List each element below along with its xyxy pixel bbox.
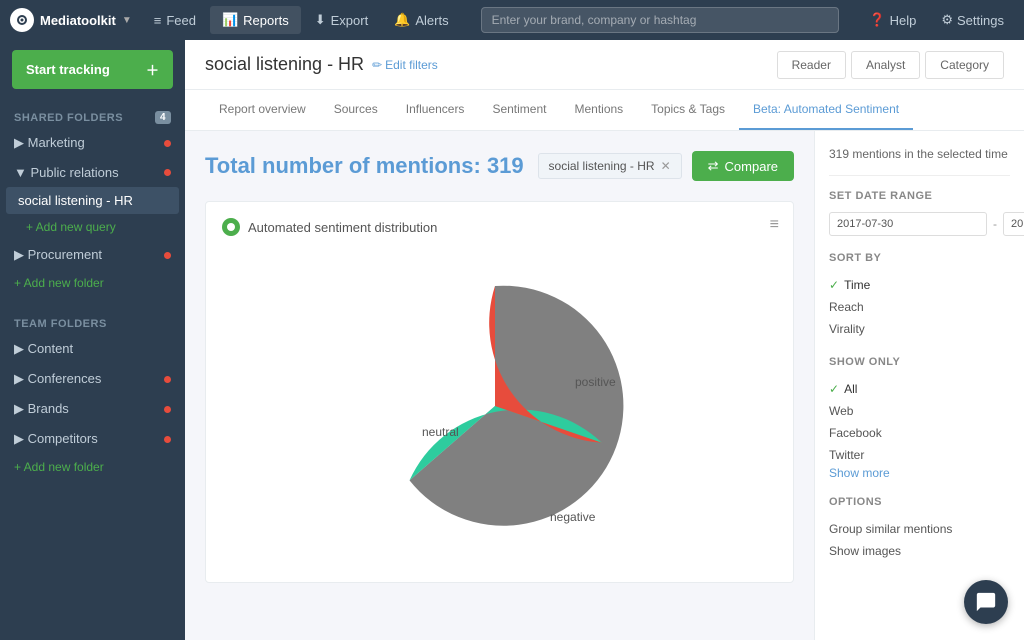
tab-sources[interactable]: Sources xyxy=(320,90,392,130)
mentions-summary-row: Total number of mentions: 319 social lis… xyxy=(205,151,794,181)
tab-report-overview[interactable]: Report overview xyxy=(205,90,320,130)
tab-mentions[interactable]: Mentions xyxy=(560,90,637,130)
settings-link[interactable]: ⚙ Settings xyxy=(931,7,1014,33)
nav-alerts[interactable]: 🔔 Alerts xyxy=(382,6,460,34)
sort-reach[interactable]: Reach xyxy=(829,296,1010,318)
chat-bubble[interactable] xyxy=(964,580,1008,624)
option-group-similar[interactable]: Group similar mentions xyxy=(829,518,1010,540)
add-new-folder-team[interactable]: + Add new folder xyxy=(0,454,185,480)
main-layout: Start tracking ＋ SHARED FOLDERS 4 ▶ Mark… xyxy=(0,40,1024,640)
view-tabs: Reader Analyst Category xyxy=(777,51,1004,79)
main-content-area: social listening - HR ✏ Edit filters Rea… xyxy=(185,40,1024,640)
tab-topics-tags[interactable]: Topics & Tags xyxy=(637,90,739,130)
right-mentions-summary: 319 mentions in the selected time xyxy=(829,143,1010,176)
tab-reader[interactable]: Reader xyxy=(777,51,846,79)
start-tracking-button[interactable]: Start tracking ＋ xyxy=(12,50,173,89)
search-input[interactable] xyxy=(481,7,840,33)
tab-automated-sentiment[interactable]: Beta: Automated Sentiment xyxy=(739,90,913,130)
option-show-images[interactable]: Show images xyxy=(829,540,1010,562)
competitors-dot xyxy=(164,436,171,443)
right-panel: 319 mentions in the selected time SET DA… xyxy=(814,131,1024,640)
shared-folders-label: SHARED FOLDERS 4 xyxy=(0,99,185,128)
marketing-dot xyxy=(164,140,171,147)
sidebar-item-content[interactable]: ▶ Content xyxy=(0,334,185,364)
chart-title-row: Automated sentiment distribution xyxy=(222,218,777,236)
top-nav-links: ≡ Feed 📊 Reports ⬇ Export 🔔 Alerts xyxy=(142,6,461,34)
app-logo[interactable]: Mediatoolkit ▼ xyxy=(10,8,132,32)
sidebar-item-social-listening-hr[interactable]: social listening - HR xyxy=(6,187,179,214)
sidebar-item-marketing[interactable]: ▶ Marketing xyxy=(0,128,185,158)
filter-twitter[interactable]: Twitter xyxy=(829,444,1010,466)
options-section: Group similar mentions Show images xyxy=(829,518,1010,562)
pie-chart-container: neutral positive negative xyxy=(222,246,777,566)
global-search xyxy=(481,7,840,33)
date-from-input[interactable] xyxy=(829,212,987,236)
sub-navigation: Report overview Sources Influencers Sent… xyxy=(185,90,1024,131)
sort-time[interactable]: ✓ Time xyxy=(829,274,1010,296)
nav-reports[interactable]: 📊 Reports xyxy=(210,6,301,34)
tab-influencers[interactable]: Influencers xyxy=(392,90,479,130)
sidebar-item-competitors[interactable]: ▶ Competitors xyxy=(0,424,185,454)
query-tag: social listening - HR ✕ xyxy=(538,153,682,179)
page-title: social listening - HR ✏ Edit filters xyxy=(205,54,438,75)
page-header: social listening - HR ✏ Edit filters Rea… xyxy=(185,40,1024,90)
date-to-input[interactable] xyxy=(1003,212,1024,236)
filter-all[interactable]: ✓ All xyxy=(829,378,1010,400)
sort-by-label: SORT BY xyxy=(829,252,1010,264)
sidebar: Start tracking ＋ SHARED FOLDERS 4 ▶ Mark… xyxy=(0,40,185,640)
add-new-folder-shared[interactable]: + Add new folder xyxy=(0,270,185,296)
remove-query-tag[interactable]: ✕ xyxy=(661,159,671,173)
brands-dot xyxy=(164,406,171,413)
nav-export[interactable]: ⬇ Export xyxy=(303,6,380,34)
team-folders-label: TEAM FOLDERS xyxy=(0,306,185,334)
mentions-actions: social listening - HR ✕ ⇄ Compare xyxy=(538,151,794,181)
chart-icon xyxy=(222,218,240,236)
compare-button[interactable]: ⇄ Compare xyxy=(692,151,794,181)
tab-analyst[interactable]: Analyst xyxy=(851,51,920,79)
tab-category[interactable]: Category xyxy=(925,51,1004,79)
top-nav-right: ❓ Help ⚙ Settings xyxy=(859,7,1014,33)
conferences-dot xyxy=(164,376,171,383)
label-negative: negative xyxy=(550,510,596,524)
help-link[interactable]: ❓ Help xyxy=(859,7,926,33)
sidebar-item-conferences[interactable]: ▶ Conferences xyxy=(0,364,185,394)
sidebar-item-brands[interactable]: ▶ Brands xyxy=(0,394,185,424)
date-range-inputs: - xyxy=(829,212,1010,236)
sort-virality[interactable]: Virality xyxy=(829,318,1010,340)
top-navigation: Mediatoolkit ▼ ≡ Feed 📊 Reports ⬇ Export… xyxy=(0,0,1024,40)
label-positive: positive xyxy=(575,375,616,389)
tab-sentiment[interactable]: Sentiment xyxy=(478,90,560,130)
show-only-options: ✓ All Web Facebook Twitter Show more xyxy=(829,378,1010,480)
add-new-query-link[interactable]: + Add new query xyxy=(0,214,185,240)
sentiment-chart-section: Automated sentiment distribution ≡ xyxy=(205,201,794,583)
label-neutral: neutral xyxy=(422,425,459,439)
sidebar-item-procurement[interactable]: ▶ Procurement xyxy=(0,240,185,270)
nav-feed[interactable]: ≡ Feed xyxy=(142,7,208,34)
public-relations-dot xyxy=(164,169,171,176)
app-name: Mediatoolkit xyxy=(40,13,116,28)
chart-menu-icon[interactable]: ≡ xyxy=(770,216,779,234)
total-mentions: Total number of mentions: 319 xyxy=(205,153,524,179)
date-range-label: SET DATE RANGE xyxy=(829,190,1010,202)
pie-chart: neutral positive negative xyxy=(340,256,660,556)
sidebar-item-public-relations[interactable]: ▼ Public relations xyxy=(0,158,185,187)
options-label: OPTIONS xyxy=(829,496,1010,508)
show-more-filters[interactable]: Show more xyxy=(829,466,1010,480)
procurement-dot xyxy=(164,252,171,259)
pie-svg: neutral positive negative xyxy=(340,256,660,556)
main-body: Total number of mentions: 319 social lis… xyxy=(185,131,1024,640)
filter-web[interactable]: Web xyxy=(829,400,1010,422)
filter-facebook[interactable]: Facebook xyxy=(829,422,1010,444)
show-only-label: SHOW ONLY xyxy=(829,356,1010,368)
content-area: Total number of mentions: 319 social lis… xyxy=(185,131,814,640)
sort-options: ✓ Time Reach Virality xyxy=(829,274,1010,340)
edit-filters-link[interactable]: ✏ Edit filters xyxy=(372,58,438,72)
